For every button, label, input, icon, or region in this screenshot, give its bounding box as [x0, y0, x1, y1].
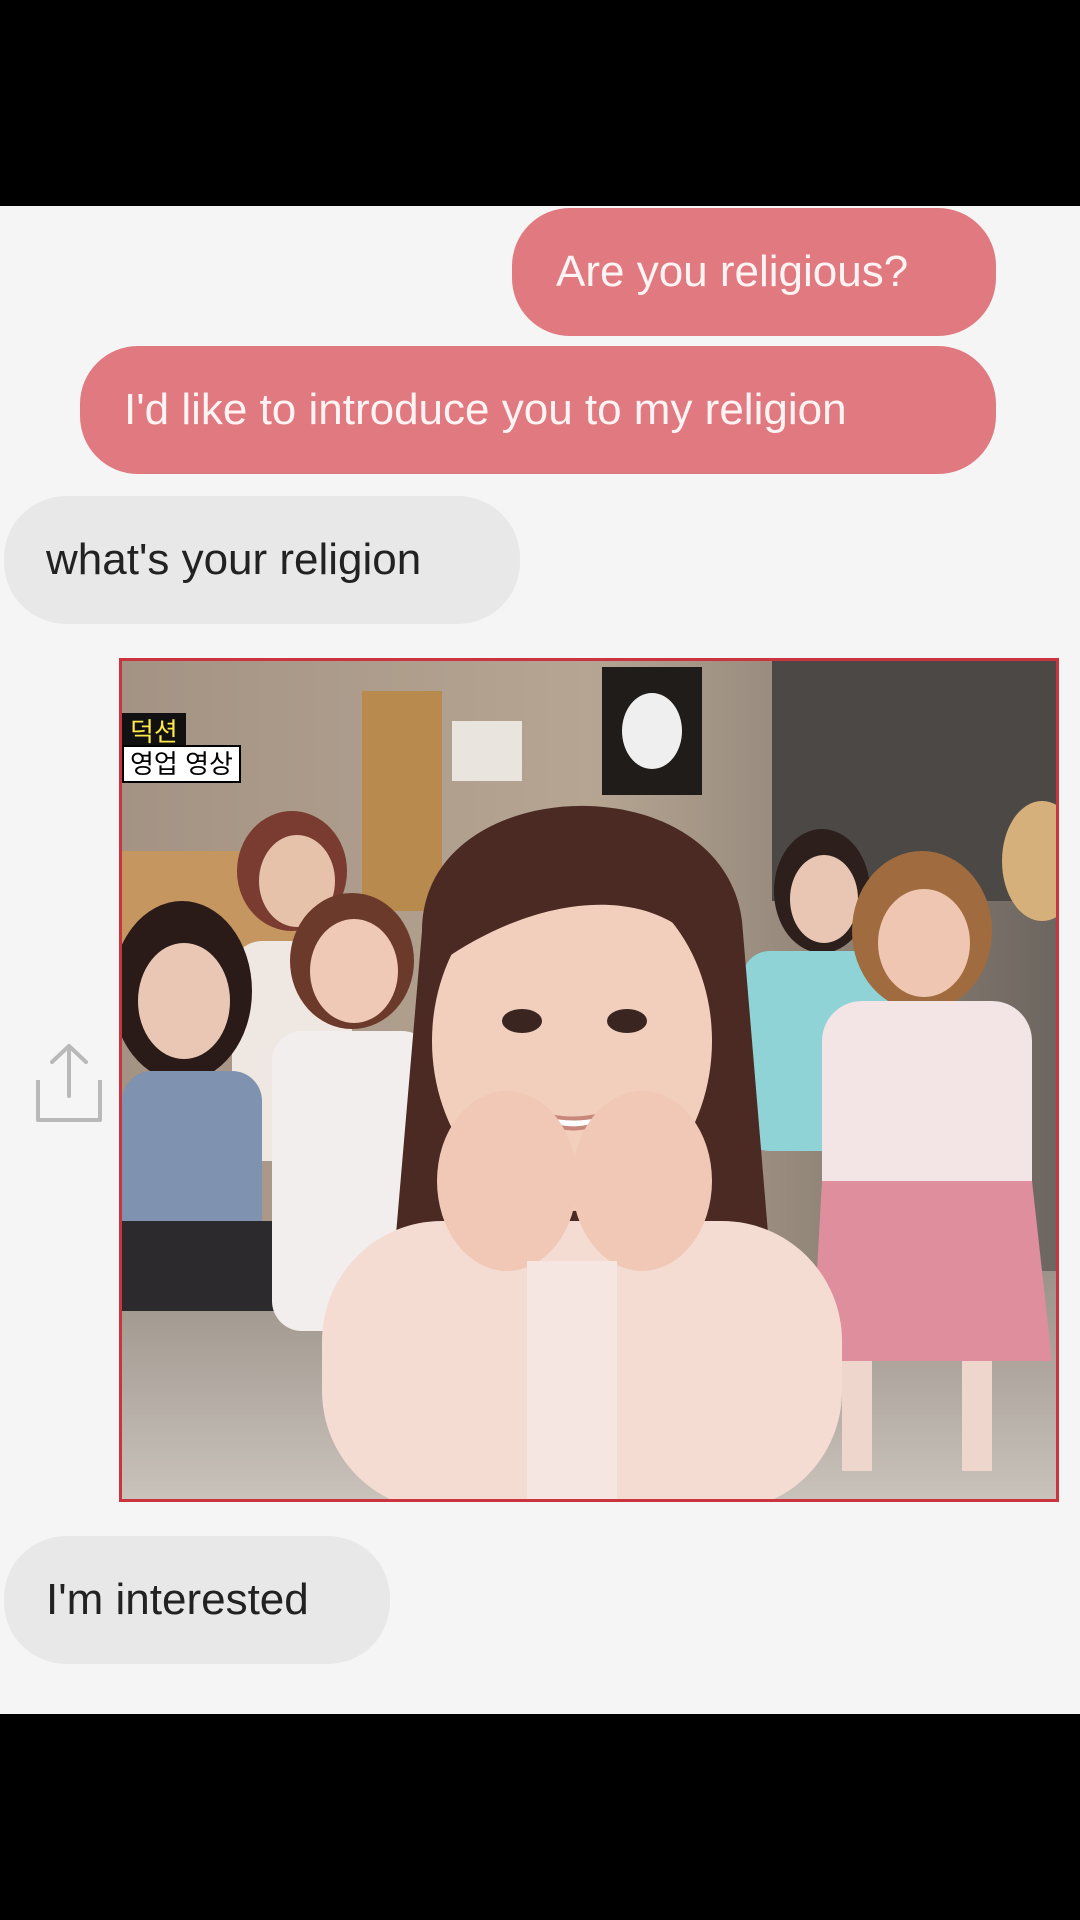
photo-image [122, 661, 1056, 1499]
message-bubble-outgoing[interactable]: Are you religious? [512, 208, 996, 336]
message-bubble-incoming[interactable]: I'm interested [4, 1536, 390, 1664]
message-bubble-outgoing[interactable]: I'd like to introduce you to my religion [80, 346, 996, 474]
video-caption-label: 영업 영상 [122, 745, 241, 783]
chat-thread: Are you religious? I'd like to introduce… [0, 206, 1080, 1714]
share-icon[interactable] [34, 1040, 104, 1124]
shared-photo[interactable]: 덕션 영업 영상 [119, 658, 1059, 1502]
message-bubble-incoming[interactable]: what's your religion [4, 496, 520, 624]
